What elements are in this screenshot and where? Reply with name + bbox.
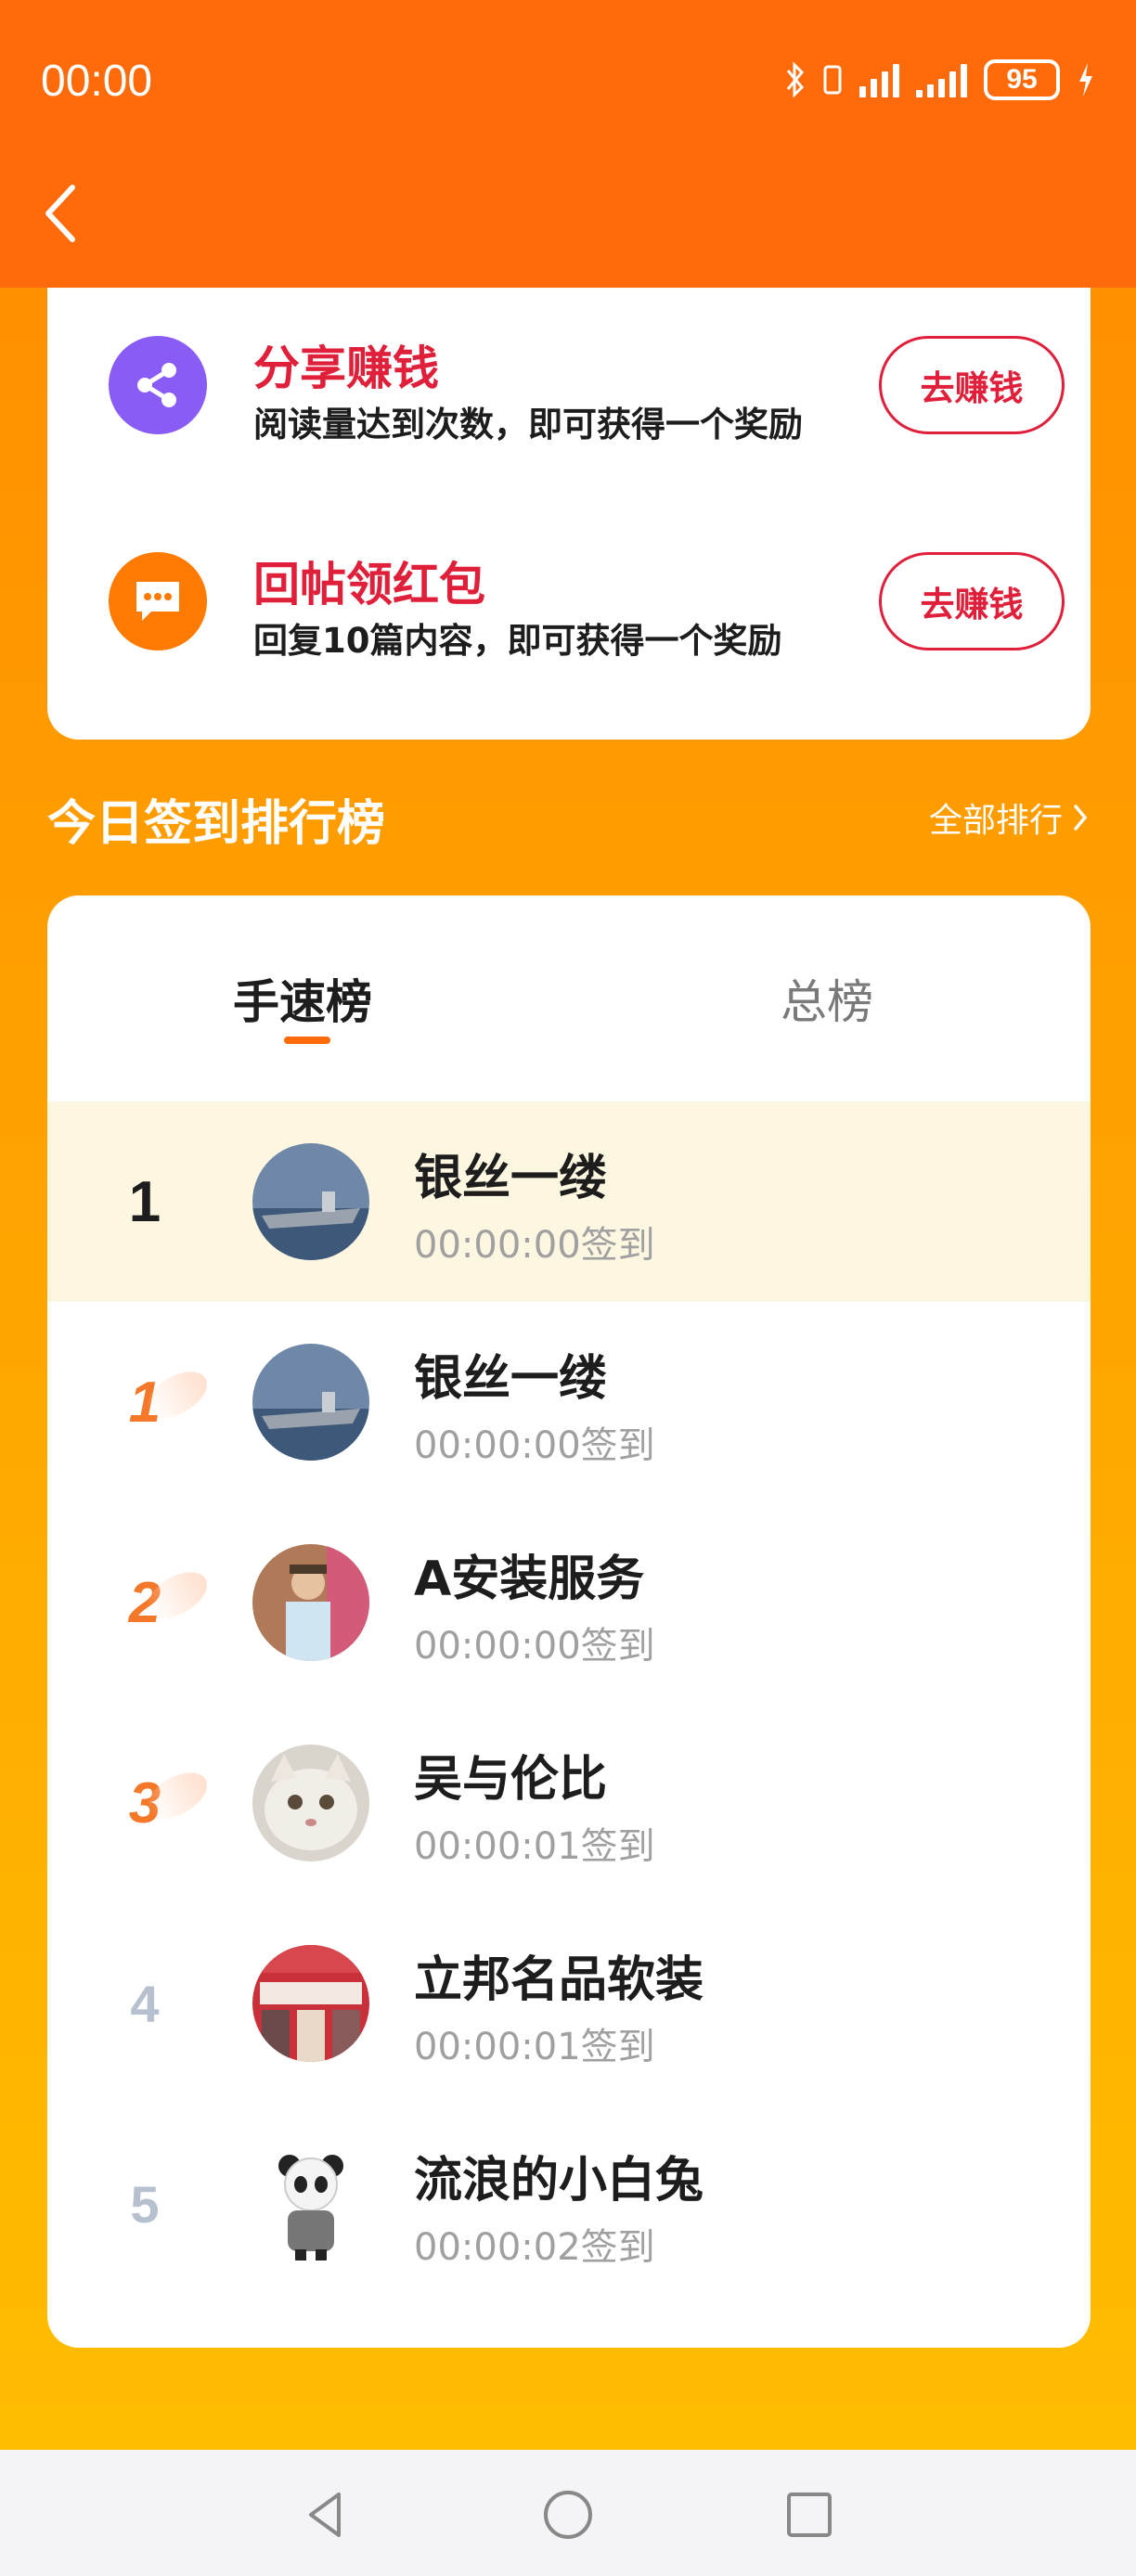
nav-home-button[interactable] bbox=[526, 2473, 610, 2557]
all-rank-label: 全部排行 bbox=[928, 802, 1063, 840]
checkin-time: 00:00:01签到 bbox=[414, 1825, 655, 1868]
checkin-time: 00:00:00签到 bbox=[414, 1224, 655, 1267]
status-time: 00:00 bbox=[41, 57, 153, 106]
earn-button[interactable]: 去赚钱 bbox=[879, 336, 1065, 434]
leaderboard-title: 今日签到排行榜 bbox=[47, 796, 386, 852]
battery-level: 95 bbox=[1006, 64, 1038, 95]
task-share: 分享赚钱 阅读量达到次数，即可获得一个奖励 去赚钱 bbox=[47, 311, 1091, 459]
tab-speed[interactable]: 手速榜 bbox=[233, 965, 372, 1032]
rank-number: 2 bbox=[94, 1502, 215, 1703]
charging-icon bbox=[1079, 63, 1092, 97]
rank-number: 4 bbox=[130, 1974, 160, 2033]
checkin-time: 00:00:00签到 bbox=[414, 1625, 655, 1668]
avatar bbox=[252, 1745, 369, 1861]
status-icons: 95 bbox=[785, 59, 1095, 100]
recents-square-icon bbox=[787, 2492, 832, 2537]
task-title: 分享赚钱 bbox=[253, 341, 439, 395]
rank-number: 1 bbox=[128, 1169, 161, 1234]
chevron-left-icon bbox=[45, 185, 75, 242]
chevron-right-icon bbox=[1074, 805, 1088, 831]
user-name: 银丝一缕 bbox=[414, 1151, 608, 1206]
chat-bubble-icon bbox=[109, 552, 207, 650]
task-desc: 回复10篇内容，即可获得一个奖励 bbox=[253, 621, 782, 661]
user-name: 银丝一缕 bbox=[414, 1351, 608, 1407]
task-card: 分享赚钱 阅读量达到次数，即可获得一个奖励 去赚钱 回帖领红包 回复10篇内容，… bbox=[47, 288, 1091, 740]
avatar bbox=[252, 1143, 369, 1260]
leaderboard-card: 手速榜 总榜 1 银丝一缕 00:00:00签到 1 银丝一缕 00:00:00… bbox=[47, 895, 1091, 2348]
nav-back-button[interactable] bbox=[284, 2473, 368, 2557]
user-name: 流浪的小白兔 bbox=[414, 2153, 704, 2209]
user-name: 立邦名品软装 bbox=[414, 1952, 704, 2008]
rank-row[interactable]: 2 A安装服务 00:00:00签到 bbox=[47, 1502, 1091, 1703]
task-title: 回帖领红包 bbox=[253, 558, 485, 612]
vibrate-icon bbox=[823, 65, 842, 95]
earn-button[interactable]: 去赚钱 bbox=[879, 552, 1065, 650]
tab-underline bbox=[284, 1037, 330, 1044]
avatar bbox=[252, 2145, 369, 2262]
all-rank-link[interactable]: 全部排行 bbox=[929, 793, 1089, 842]
checkin-time: 00:00:02签到 bbox=[414, 2226, 655, 2269]
rank-row[interactable]: 1 银丝一缕 00:00:00签到 bbox=[47, 1302, 1091, 1502]
task-desc: 阅读量达到次数，即可获得一个奖励 bbox=[253, 405, 803, 444]
system-nav-bar bbox=[0, 2450, 1136, 2576]
tab-total[interactable]: 总榜 bbox=[781, 965, 873, 1032]
user-name: 吴与伦比 bbox=[414, 1752, 608, 1808]
my-rank-row[interactable]: 1 银丝一缕 00:00:00签到 bbox=[47, 1101, 1091, 1302]
signal-icon bbox=[916, 62, 967, 97]
avatar bbox=[252, 1544, 369, 1661]
rank-row[interactable]: 5 流浪的小白兔 00:00:02签到 bbox=[47, 2104, 1091, 2304]
back-button[interactable] bbox=[37, 176, 93, 251]
checkin-time: 00:00:00签到 bbox=[414, 1424, 655, 1467]
bluetooth-icon bbox=[786, 61, 805, 98]
avatar bbox=[252, 1344, 369, 1461]
rank-number: 5 bbox=[130, 2174, 160, 2234]
nav-recents-button[interactable] bbox=[768, 2473, 851, 2557]
avatar bbox=[252, 1945, 369, 2062]
home-circle-icon bbox=[544, 2491, 592, 2539]
rank-row[interactable]: 4 立邦名品软装 00:00:01签到 bbox=[47, 1903, 1091, 2104]
share-icon bbox=[109, 336, 207, 434]
user-name: A安装服务 bbox=[414, 1552, 645, 1607]
rank-row[interactable]: 3 吴与伦比 00:00:01签到 bbox=[47, 1703, 1091, 1903]
back-triangle-icon bbox=[309, 2492, 341, 2537]
signal-icon bbox=[859, 62, 899, 97]
top-bar: 00:00 95 bbox=[0, 0, 1136, 288]
battery-icon: 95 bbox=[984, 59, 1060, 100]
rank-number: 3 bbox=[94, 1703, 215, 1903]
task-reply: 回帖领红包 回复10篇内容，即可获得一个奖励 去赚钱 bbox=[47, 527, 1091, 676]
rank-number: 1 bbox=[94, 1302, 215, 1502]
checkin-time: 00:00:01签到 bbox=[414, 2026, 655, 2068]
